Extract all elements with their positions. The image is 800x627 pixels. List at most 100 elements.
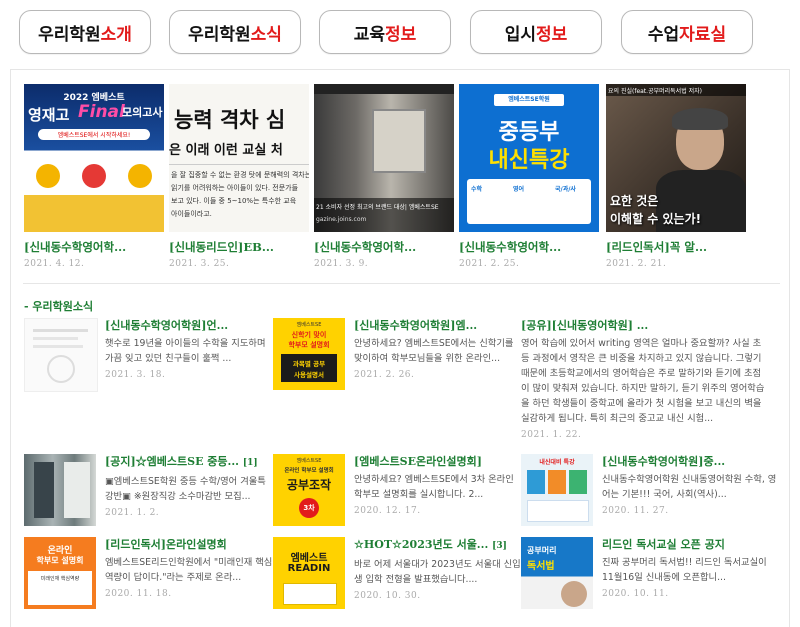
thumb-text: 신학기 맞이 [291,331,327,339]
news-item[interactable]: 내신대비 특강 [신내동수학영어학원]중... 신내동수학영어학원 신내동영어학… [521,454,781,534]
gallery-item[interactable]: 2022 엠베스트 영재고 Final 모의고사 엠베스트SE에서 시작하세요!… [24,84,164,269]
thumb-shape [527,500,589,522]
thumb-shape [561,581,587,607]
thumb-text: 엠베스트SE [296,322,322,328]
news-title-text[interactable]: [공지]☆엠베스트SE 중등... [105,455,239,468]
tab-label: 입시 [504,24,536,45]
tab-label-highlight: 자료실 [679,24,727,45]
gallery-thumbnail[interactable]: 요의 진실(feat.공부머리독서법 저자) 요한 것은 이해할 수 있는가! [606,84,746,232]
gallery-item-title[interactable]: [신내동리드인]EB... [169,239,309,255]
thumb-text: 을 잘 집중할 수 없는 환경 탓에 문해력의 격차는 [171,171,309,179]
news-thumbnail[interactable]: 공부머리 독서법 [521,537,593,609]
gallery-item-date: 2021. 3. 9. [314,259,369,269]
news-date: 2020. 10. 11. [602,589,669,599]
news-excerpt: 신내동수학영어학원 신내동영어학원 수학, 영어는 기본!!! 국어, 사회(역… [602,474,777,500]
gallery-item[interactable]: 요의 진실(feat.공부머리독서법 저자) 요한 것은 이해할 수 있는가! … [606,84,746,269]
gallery-item[interactable]: 엠베스트SE학원 중등부 내신특강 수학 영어 국/과/사 [신내동수학영어학.… [459,84,599,269]
news-thumbnail[interactable] [24,318,98,392]
gallery-item[interactable]: 21 소비자 선정 최고의 브랜드 대상| 엠베스트SE gazine.join… [314,84,454,269]
thumb-shape [672,108,728,130]
news-title[interactable]: ☆HOT☆2023년도 서울... [3] [354,537,522,554]
news-excerpt: 바로 어제 서울대가 2023년도 서울대 신입생 입학 전형을 발표했습니다.… [354,559,521,585]
tab-label-highlight: 소식 [250,24,282,45]
section-title[interactable]: - 우리학원소식 [24,298,93,314]
news-date: 2021. 1. 2. [105,508,160,518]
news-body: [공지]☆엠베스트SE 중등... [1] ▣엠베스트SE학원 중등 수학/영어… [105,454,273,518]
thumb-text: 엠베스트SE에서 시작하세요! [38,129,150,140]
news-item[interactable]: 엠베스트 READIN ☆HOT☆2023년도 서울... [3] 바로 어제 … [273,537,523,617]
news-body: [리드인독서]온라인설명회 엠베스트SE리드인학원에서 "미래인재 핵심역량이 … [105,537,273,599]
news-item[interactable]: [공지]☆엠베스트SE 중등... [1] ▣엠베스트SE학원 중등 수학/영어… [24,454,274,534]
gallery-item-title[interactable]: [신내동수학영어학... [459,239,599,255]
news-excerpt: 안녕하세요? 엠베스트SE에서는 신학기를 맞이하여 학부모님들을 위한 온라인… [354,338,514,364]
news-title[interactable]: 리드인 독서교실 오픈 공지 [602,537,780,552]
thumb-text: 학부모 설명회 [36,556,84,565]
news-title[interactable]: [신내동수학영어학원]언... [105,318,273,333]
thumb-text: 사용설명서 [294,371,324,379]
news-title[interactable]: [공지]☆엠베스트SE 중등... [1] [105,454,273,471]
gallery-item-title[interactable]: [신내동수학영어학... [314,239,454,255]
thumb-shape [33,329,88,332]
news-title[interactable]: [리드인독서]온라인설명회 [105,537,273,552]
thumb-shape [36,164,60,188]
news-item[interactable]: 공부머리 독서법 리드인 독서교실 오픈 공지 진짜 공부머리 독서법!! 리드… [521,537,781,617]
news-thumbnail[interactable]: 내신대비 특강 [521,454,593,526]
gallery-item-date: 2021. 4. 12. [24,259,85,269]
thumb-text: 모의고사 [122,106,163,119]
news-date: 2021. 1. 22. [521,430,582,440]
thumb-text: 은 이래 이런 교실 처 [169,143,283,158]
gallery-item-title[interactable]: [리드인독서]꼭 알... [606,239,746,255]
top-nav: 우리학원 소개 우리학원 소식 교육 정보 입시 정보 수업 자료실 [19,10,789,56]
thumb-text: 내신특강 [488,148,570,173]
news-item[interactable]: 엠베스트SE 온라인 학부모 설명회 공부조작 3차 [엠베스트SE온라인설명회… [273,454,523,534]
thumb-text: 학부모 설명회 [288,341,330,349]
news-title[interactable]: [신내동수학영어학원]중... [602,454,780,469]
thumb-text: 공부조작 [286,478,332,492]
news-item[interactable]: 엠베스트SE 신학기 맞이 학부모 설명회 과목별 공부 사용설명서 [신내동수… [273,318,523,448]
news-title[interactable]: [신내동수학영어학원]엠... [354,318,522,333]
news-thumbnail[interactable]: 엠베스트SE 온라인 학부모 설명회 공부조작 3차 [273,454,345,526]
tab-label-highlight: 정보 [385,24,417,45]
news-body: 리드인 독서교실 오픈 공지 진짜 공부머리 독서법!! 리드인 독서교실이 1… [602,537,780,599]
tab-class-materials[interactable]: 수업 자료실 [621,10,753,54]
thumb-text: Final [78,102,125,122]
news-item[interactable]: 온라인 학부모 설명회 미래인재 핵심역량 [리드인독서]온라인설명회 엠베스트… [24,537,274,617]
news-thumbnail[interactable]: 온라인 학부모 설명회 미래인재 핵심역량 [24,537,96,609]
tab-label: 우리학원 [38,24,101,45]
thumb-text: 국/과/사 [555,186,576,193]
gallery-item-title[interactable]: [신내동수학영어학... [24,239,164,255]
thumb-shape [283,583,337,605]
news-body: [신내동수학영어학원]엠... 안녕하세요? 엠베스트SE에서는 신학기를 맞이… [354,318,522,380]
news-item[interactable]: [신내동수학영어학원]언... 햇수로 19년을 아이들의 수학을 지도하며 가… [24,318,274,448]
thumb-text: 공부머리 [527,546,557,555]
tab-education-info[interactable]: 교육 정보 [319,10,451,54]
news-title[interactable]: [공유][신내동영어학원] ... [521,318,769,333]
news-title[interactable]: [엠베스트SE온라인설명회] [354,454,522,469]
tab-academy-intro[interactable]: 우리학원 소개 [19,10,151,54]
thumb-text: 요의 진실(feat.공부머리독서법 저자) [608,88,702,95]
comment-count-badge: [1] [242,458,258,468]
gallery-item[interactable]: 능력 격차 심 은 이래 이런 교실 처 을 잘 집중할 수 없는 환경 탓에 … [169,84,309,269]
thumb-text: 영재고 [28,106,70,124]
gallery-thumbnail[interactable]: 능력 격차 심 은 이래 이런 교실 처 을 잘 집중할 수 없는 환경 탓에 … [169,84,309,232]
tab-admission-info[interactable]: 입시 정보 [470,10,602,54]
thumb-shape [128,164,152,188]
gallery-thumbnail[interactable]: 21 소비자 선정 최고의 브랜드 대상| 엠베스트SE gazine.join… [314,84,454,232]
news-excerpt: 영어 학습에 있어서 writing 영역은 얼마나 중요할까? 사실 초등 과… [521,338,765,424]
thumb-shape [47,355,75,383]
tab-academy-news[interactable]: 우리학원 소식 [169,10,301,54]
tab-label-highlight: 소개 [100,24,132,45]
news-body: [공유][신내동영어학원] ... 영어 학습에 있어서 writing 영역은… [521,318,769,440]
news-thumbnail[interactable] [24,454,96,526]
gallery-thumbnail[interactable]: 엠베스트SE학원 중등부 내신특강 수학 영어 국/과/사 [459,84,599,232]
thumb-shape [64,462,90,518]
news-thumbnail[interactable]: 엠베스트SE 신학기 맞이 학부모 설명회 과목별 공부 사용설명서 [273,318,345,390]
news-title-text[interactable]: ☆HOT☆2023년도 서울... [354,538,488,551]
gallery-thumbnail[interactable]: 2022 엠베스트 영재고 Final 모의고사 엠베스트SE에서 시작하세요!… [24,84,164,232]
thumb-text: 수학 [471,186,483,193]
thumb-text: READIN [287,563,331,574]
thumb-text: 2022 영재학교 입시, 이렇게 달라집니다! [35,154,153,162]
news-excerpt: 진짜 공부머리 독서법!! 리드인 독서교실이 11월16일 신내동에 오픈합니… [602,557,767,583]
thumb-shape [569,470,587,494]
news-thumbnail[interactable]: 엠베스트 READIN [273,537,345,609]
